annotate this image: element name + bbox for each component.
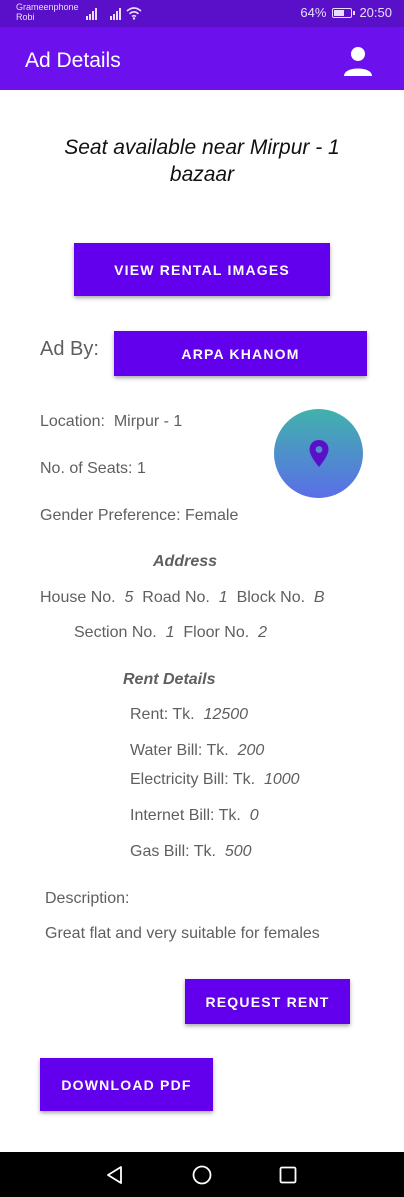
- floor-label: Floor No.: [183, 624, 250, 641]
- nav-home-button[interactable]: [191, 1164, 213, 1186]
- address-row-2: Section No. 1 Floor No. 2: [74, 624, 267, 642]
- person-icon: [344, 47, 372, 76]
- address-row-1: House No. 5 Road No. 1 Block No. B: [40, 589, 325, 607]
- gas-value: 500: [224, 843, 252, 860]
- carrier-1: Grameenphone: [16, 2, 79, 12]
- page-title: Ad Details: [25, 49, 121, 72]
- internet-row: Internet Bill: Tk. 0: [130, 807, 259, 825]
- location-label: Location:: [40, 413, 105, 430]
- status-time: 20:50: [359, 5, 392, 20]
- nav-back-button[interactable]: [104, 1164, 126, 1186]
- back-triangle-icon: [107, 1166, 122, 1184]
- recents-square-icon: [279, 1166, 297, 1184]
- battery-icon: [332, 7, 356, 18]
- carrier-names: Grameenphone Robi: [16, 2, 79, 22]
- nav-recents-button[interactable]: [277, 1164, 299, 1186]
- water-row: Water Bill: Tk. 200: [130, 742, 264, 760]
- gender-value: Female: [184, 507, 239, 524]
- gas-label: Gas Bill: Tk.: [130, 843, 216, 860]
- battery-percent: 64%: [300, 5, 327, 20]
- gender-row: Gender Preference: Female: [40, 507, 238, 525]
- seats-row: No. of Seats: 1: [40, 460, 146, 478]
- description-text: Great flat and very suitable for females: [45, 925, 320, 942]
- wifi-icon: [126, 7, 142, 20]
- internet-label: Internet Bill: Tk.: [130, 807, 241, 824]
- profile-button[interactable]: [340, 43, 376, 79]
- map-pin-icon: [309, 439, 328, 467]
- seats-value: 1: [136, 460, 146, 477]
- house-value: 5: [124, 589, 134, 606]
- map-location-button[interactable]: [274, 409, 363, 498]
- electricity-row: Electricity Bill: Tk. 1000: [130, 771, 300, 789]
- floor-value: 2: [258, 624, 267, 641]
- ad-by-label: Ad By:: [40, 338, 99, 360]
- gender-label: Gender Preference:: [40, 507, 181, 524]
- internet-value: 0: [249, 807, 259, 824]
- system-nav-bar: [0, 1152, 404, 1197]
- road-label: Road No.: [142, 589, 210, 606]
- location-row: Location: Mirpur - 1: [40, 413, 182, 431]
- section-label: Section No.: [74, 624, 157, 641]
- house-label: House No.: [40, 589, 116, 606]
- rent-heading: Rent Details: [123, 671, 216, 688]
- carrier-2: Robi: [16, 12, 35, 22]
- road-value: 1: [218, 589, 228, 606]
- rent-value: 12500: [203, 706, 249, 723]
- home-circle-icon: [192, 1165, 212, 1185]
- block-value: B: [313, 589, 325, 606]
- address-heading: Address: [153, 553, 218, 570]
- view-rental-images-button[interactable]: VIEW RENTAL IMAGES: [74, 243, 330, 296]
- electricity-label: Electricity Bill: Tk.: [130, 771, 256, 788]
- section-value: 1: [165, 624, 175, 641]
- electricity-value: 1000: [263, 771, 300, 788]
- location-value: Mirpur - 1: [113, 413, 183, 430]
- ad-title: Seat available near Mirpur - 1 bazaar: [64, 136, 340, 186]
- gas-row: Gas Bill: Tk. 500: [130, 843, 252, 861]
- status-bar: Grameenphone Robi 64% 20:50: [0, 0, 404, 27]
- block-label: Block No.: [236, 589, 306, 606]
- author-button[interactable]: ARPA KHANOM: [114, 331, 367, 376]
- rent-label: Rent: Tk.: [130, 706, 195, 723]
- rent-row: Rent: Tk. 12500: [130, 706, 248, 724]
- seats-label: No. of Seats:: [40, 460, 133, 477]
- description-label: Description:: [45, 890, 130, 907]
- status-right: 64% 20:50: [300, 5, 392, 20]
- water-label: Water Bill: Tk.: [130, 742, 229, 759]
- water-value: 200: [237, 742, 265, 759]
- download-pdf-button[interactable]: DOWNLOAD PDF: [40, 1058, 213, 1111]
- request-rent-button[interactable]: REQUEST RENT: [185, 979, 350, 1024]
- battery-fill: [334, 9, 345, 16]
